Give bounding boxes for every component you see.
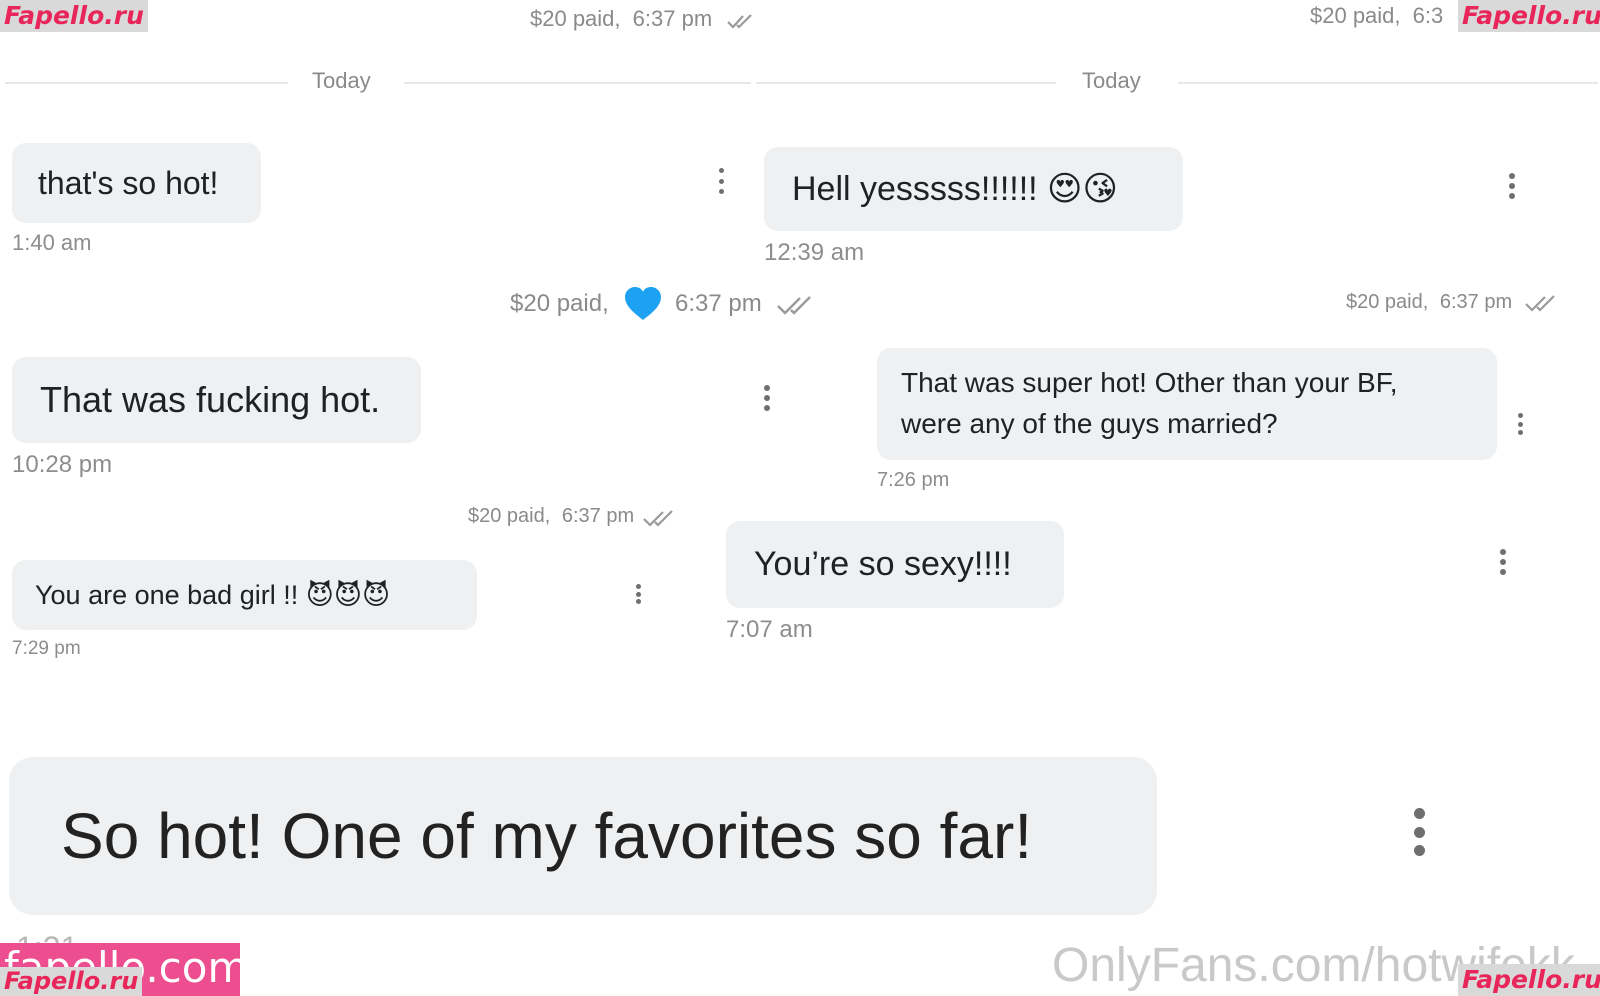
message-bubble-right-1[interactable]: Hell yesssss!!!!!! 😍😘 [764,147,1183,231]
paid-time-mid-left: 6:37 pm [675,290,762,317]
more-vertical-icon [1517,413,1523,418]
double-check-icon [727,14,752,29]
paid-amount: $20 paid, [1310,3,1401,28]
more-options-button-left-1[interactable] [716,168,726,194]
message-line-1: That was super hot! Other than your BF, [901,367,1398,398]
more-vertical-icon [764,385,770,391]
message-time-right-1: 12:39 am [764,239,865,266]
watermark-bottom-right: Fapello.ru [1458,964,1600,996]
message-bubble-left-1[interactable]: that's so hot! [12,143,261,223]
paid-time: 6:37 pm [1439,291,1513,313]
paid-status-low-left: $20 paid, 6:37 pm [468,505,634,528]
watermark-overlay-text: Fapello.ru [0,967,143,996]
double-check-icon [777,296,811,315]
more-vertical-icon [635,584,641,589]
divider-line-right-b [1178,82,1598,84]
message-bubble-left-2[interactable]: That was fucking hot. [12,357,421,443]
paid-amount: $20 paid, [510,290,609,317]
divider-line-left-a [5,82,288,84]
double-check-icon [1525,295,1555,312]
more-options-button-right-2[interactable] [1515,413,1525,435]
message-time-left-1: 1:40 am [12,230,92,255]
divider-today-left: Today [312,68,371,93]
paid-time: 6:37 pm [632,6,713,31]
more-options-button-right-3[interactable] [1498,549,1508,575]
message-time-left-2: 10:28 pm [12,451,113,478]
message-time-right-3: 7:07 am [726,616,813,643]
more-vertical-icon [718,168,724,173]
message-bubble-right-3[interactable]: You’re so sexy!!!! [726,521,1064,608]
watermark-top-left: Fapello.ru [0,0,148,32]
more-options-button-right-1[interactable] [1507,173,1517,199]
paid-amount: $20 paid, [530,6,621,31]
divider-line-left-b [404,82,751,84]
message-time-left-3: 7:29 pm [12,638,81,659]
watermark-top-right: Fapello.ru [1458,0,1600,32]
message-bubble-bottom[interactable]: So hot! One of my favorites so far! [9,757,1157,915]
watermark-fapello-com: fapello.com Fapello.ru [0,943,248,996]
blue-heart-icon [625,287,661,320]
paid-time: 6:3 [1412,3,1444,28]
more-options-button-left-2[interactable] [762,385,772,411]
more-options-button-bottom[interactable] [1412,808,1426,856]
more-vertical-icon [1500,549,1506,555]
message-bubble-right-2[interactable]: That was super hot! Other than your BF, … [877,348,1497,460]
message-time-right-2: 7:26 pm [877,469,950,491]
paid-status-top-left: $20 paid, 6:37 pm [530,6,712,32]
paid-time: 6:37 pm [561,505,635,527]
paid-status-mid-left: $20 paid, [510,290,609,318]
paid-status-top-right: $20 paid, 6:3 [1310,3,1443,29]
more-vertical-icon [1413,808,1425,819]
divider-today-right: Today [1082,68,1141,93]
divider-line-right-a [756,82,1056,84]
message-line-2: were any of the guys married? [901,408,1278,439]
more-vertical-icon [1509,173,1515,179]
more-options-button-left-3[interactable] [633,584,643,604]
message-bubble-left-3[interactable]: You are one bad girl !! 😈😈😈 [12,560,477,630]
paid-amount: $20 paid, [468,505,551,527]
double-check-icon [643,510,673,527]
paid-amount: $20 paid, [1346,291,1429,313]
paid-status-mid-right: $20 paid, 6:37 pm [1346,291,1512,314]
